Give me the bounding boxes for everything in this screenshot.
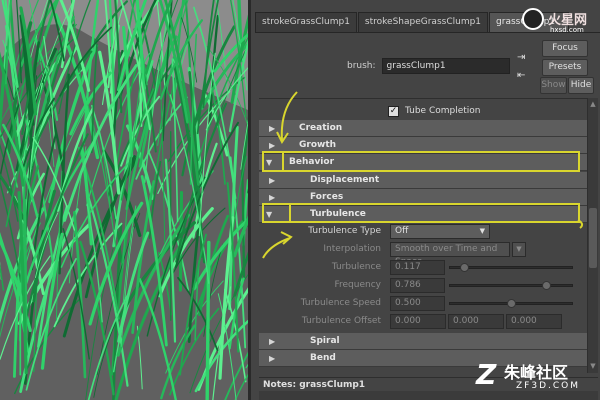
- zf3d-site: ZF3D.COM: [516, 381, 580, 391]
- hxsd-logo-icon: [522, 8, 544, 30]
- behavior-highlight-box: [262, 151, 580, 172]
- annotation-arrowhead-icon: [280, 231, 293, 245]
- zf3d-watermark: Z 朱峰社区 ZF3D.COM: [476, 356, 600, 400]
- zf3d-logo-icon: Z: [476, 358, 497, 391]
- zf3d-brand: 朱峰社区: [504, 363, 569, 382]
- hxsd-site: hxsd.com: [550, 26, 584, 34]
- turbulence-highlight-box: [262, 203, 580, 223]
- annotation-arrow-down: [280, 91, 298, 141]
- hxsd-watermark: 火星网 hxsd.com: [522, 8, 600, 38]
- annotation-overlay: [262, 91, 584, 259]
- behavior-highlight-divider: [282, 151, 284, 172]
- turbulence-highlight-divider: [289, 203, 291, 223]
